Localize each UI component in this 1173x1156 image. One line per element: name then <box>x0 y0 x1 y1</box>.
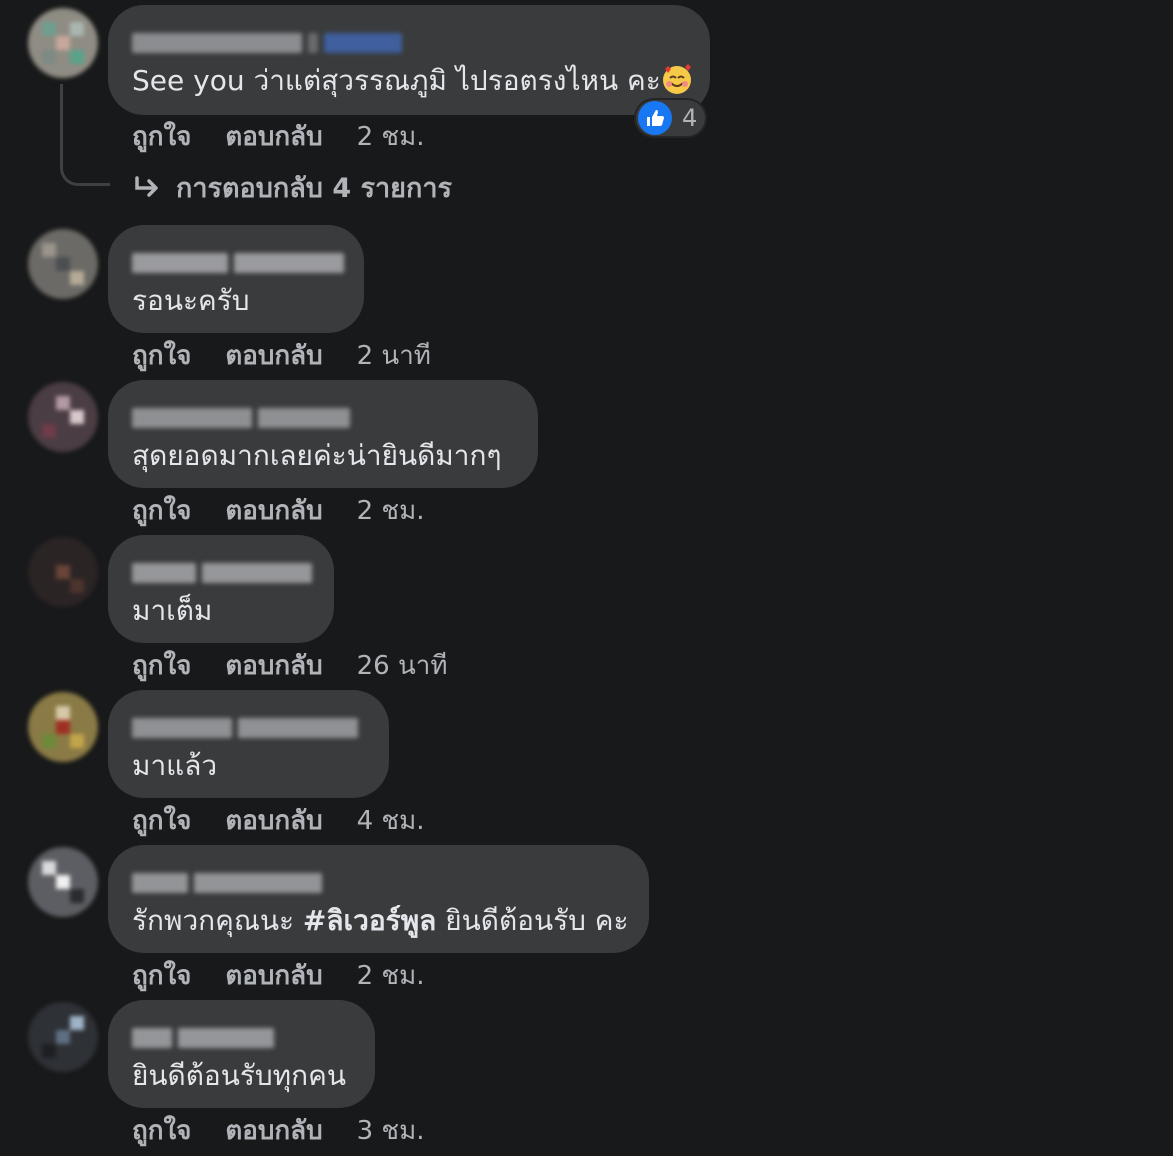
timestamp[interactable]: 2 นาที <box>357 335 431 376</box>
comment-text: ยินดีต้อนรับทุกคน <box>132 1059 346 1092</box>
comment-actions: ถูกใจ ตอบกลับ 4 ชม. <box>132 800 424 841</box>
comment-actions: ถูกใจ ตอบกลับ 2 ชม. <box>132 955 424 996</box>
thumbs-up-icon <box>638 101 672 135</box>
smiling-face-with-hearts-icon <box>662 64 691 94</box>
avatar[interactable] <box>28 537 98 607</box>
author-name-blurred[interactable] <box>132 718 358 740</box>
reaction-summary[interactable]: 4 <box>634 98 708 138</box>
author-name-blurred[interactable] <box>132 408 350 430</box>
comment-text: มาเต็ม <box>132 594 213 627</box>
hashtag-link[interactable]: #ลิเวอร์พูล <box>303 904 436 937</box>
comment-text: มาแล้ว <box>132 749 218 782</box>
reply-button[interactable]: ตอบกลับ <box>225 335 322 376</box>
view-replies-link[interactable]: การตอบกลับ 4 รายการ <box>132 166 452 209</box>
author-name-blurred[interactable] <box>132 873 322 895</box>
like-button[interactable]: ถูกใจ <box>132 800 191 841</box>
avatar[interactable] <box>28 229 98 299</box>
comment-bubble: รอนะครับ <box>108 225 364 333</box>
author-name-blurred[interactable] <box>132 563 312 585</box>
timestamp[interactable]: 26 นาที <box>357 645 448 686</box>
comment-bubble: สุดยอดมากเลยค่ะน่ายินดีมากๆ <box>108 380 538 488</box>
like-button[interactable]: ถูกใจ <box>132 116 191 157</box>
author-name-blurred[interactable] <box>132 33 402 55</box>
reply-button[interactable]: ตอบกลับ <box>225 116 322 157</box>
comment-text: รอนะครับ <box>132 284 250 317</box>
reply-button[interactable]: ตอบกลับ <box>225 1110 322 1151</box>
reply-button[interactable]: ตอบกลับ <box>225 800 322 841</box>
comment-actions: ถูกใจ ตอบกลับ 2 ชม. <box>132 490 424 531</box>
reply-button[interactable]: ตอบกลับ <box>225 645 322 686</box>
like-button[interactable]: ถูกใจ <box>132 490 191 531</box>
comment-bubble: รักพวกคุณนะ #ลิเวอร์พูล ยินดีต้อนรับ คะ <box>108 845 649 953</box>
comment-actions: ถูกใจ ตอบกลับ 2 ชม. <box>132 116 424 157</box>
timestamp[interactable]: 4 ชม. <box>357 800 425 841</box>
comment-actions: ถูกใจ ตอบกลับ 2 นาที <box>132 335 431 376</box>
avatar[interactable] <box>28 382 98 452</box>
comment-actions: ถูกใจ ตอบกลับ 26 นาที <box>132 645 447 686</box>
comment-bubble: See you ว่าแต่สุวรรณภูมิ ไปรอตรงไหน คะ <box>108 5 710 115</box>
like-button[interactable]: ถูกใจ <box>132 1110 191 1151</box>
comment-bubble: ยินดีต้อนรับทุกคน <box>108 1000 375 1108</box>
comment-text: รักพวกคุณนะ #ลิเวอร์พูล ยินดีต้อนรับ คะ <box>132 904 629 937</box>
avatar[interactable] <box>28 8 98 78</box>
comment-actions: ถูกใจ ตอบกลับ 3 ชม. <box>132 1110 424 1151</box>
thread-connector <box>60 84 110 186</box>
timestamp[interactable]: 3 ชม. <box>357 1110 425 1151</box>
reply-arrow-icon <box>135 175 158 197</box>
timestamp[interactable]: 2 ชม. <box>357 955 425 996</box>
like-button[interactable]: ถูกใจ <box>132 645 191 686</box>
reply-button[interactable]: ตอบกลับ <box>225 490 322 531</box>
comment-text: See you ว่าแต่สุวรรณภูมิ ไปรอตรงไหน คะ <box>132 63 693 99</box>
reply-button[interactable]: ตอบกลับ <box>225 955 322 996</box>
timestamp[interactable]: 2 ชม. <box>357 116 425 157</box>
avatar[interactable] <box>28 847 98 917</box>
comment-bubble: มาแล้ว <box>108 690 389 798</box>
author-name-blurred[interactable] <box>132 1028 274 1050</box>
like-button[interactable]: ถูกใจ <box>132 955 191 996</box>
avatar[interactable] <box>28 1002 98 1072</box>
reaction-count: 4 <box>682 104 698 132</box>
comment-text: สุดยอดมากเลยค่ะน่ายินดีมากๆ <box>132 439 502 472</box>
avatar[interactable] <box>28 692 98 762</box>
timestamp[interactable]: 2 ชม. <box>357 490 425 531</box>
like-button[interactable]: ถูกใจ <box>132 335 191 376</box>
author-name-blurred[interactable] <box>132 253 344 275</box>
comment-bubble: มาเต็ม <box>108 535 334 643</box>
replies-count-label: การตอบกลับ 4 รายการ <box>176 173 453 204</box>
